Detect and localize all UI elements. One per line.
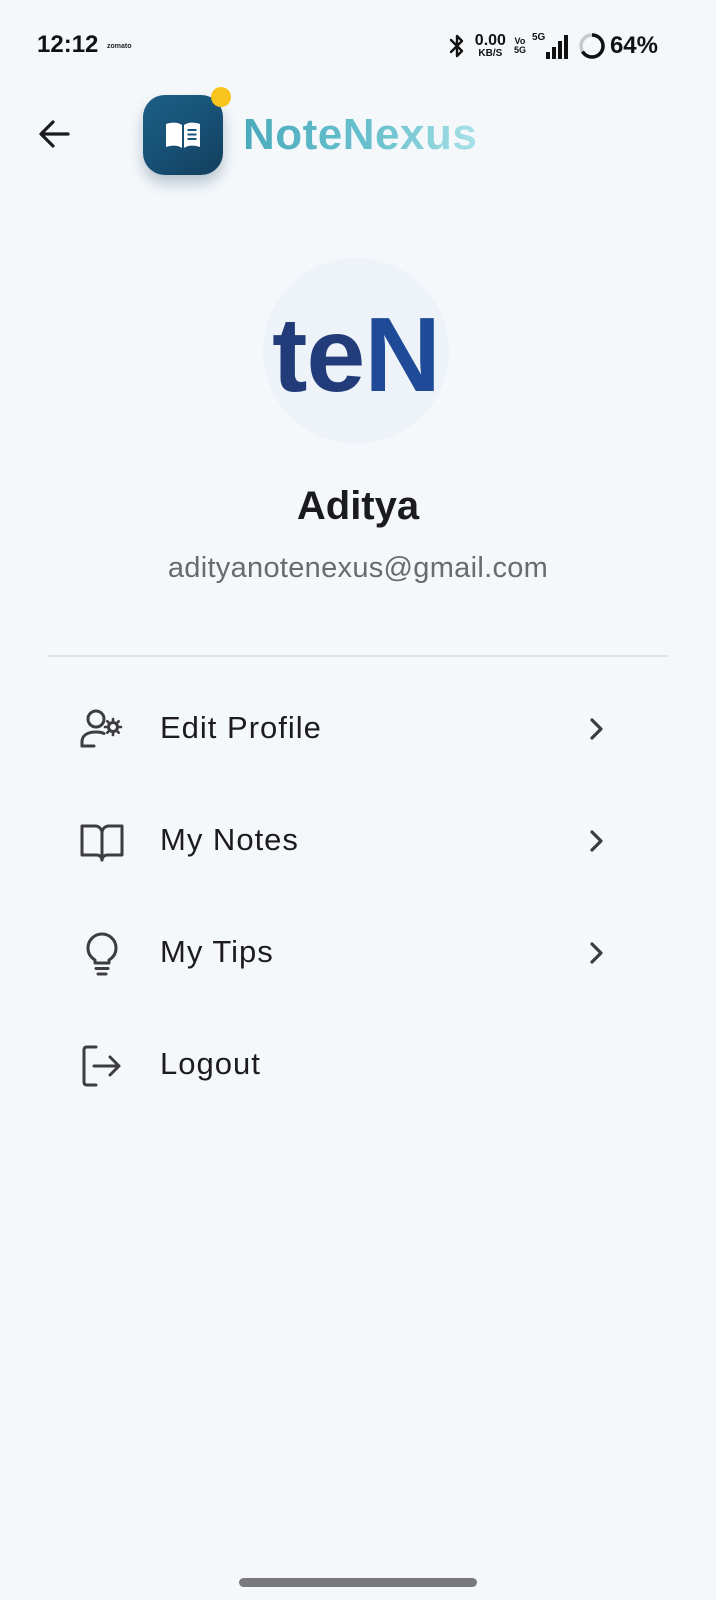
- bluetooth-icon: [449, 34, 463, 58]
- home-indicator[interactable]: [239, 1578, 477, 1587]
- avatar-initials: teN: [272, 302, 441, 408]
- chevron-right-icon: [590, 942, 603, 964]
- net-speed-value: 0.00: [474, 32, 506, 49]
- avatar-text-dark: te: [272, 296, 365, 414]
- volte-bottom: 5G: [513, 45, 526, 55]
- menu-item-logout[interactable]: Logout: [0, 1008, 716, 1120]
- profile-name: Aditya: [296, 484, 420, 528]
- menu-item-my-notes[interactable]: My Notes: [0, 784, 716, 896]
- volte-indicator: Vo 5G: [513, 36, 526, 56]
- network-speed: 0.00 KB/S: [475, 33, 506, 59]
- divider: [48, 655, 668, 657]
- lightbulb-icon: [86, 932, 118, 976]
- notification-dot: [211, 87, 231, 107]
- status-icons: 0.00 KB/S Vo 5G 5G 64%: [447, 30, 658, 62]
- menu-item-my-tips[interactable]: My Tips: [0, 896, 716, 1008]
- open-book-icon: [80, 824, 124, 862]
- app-logo: [143, 95, 223, 175]
- profile-screen: 12:12 zomato 0.00 KB/S Vo 5G 5G 64% Note…: [0, 0, 716, 1600]
- menu-item-label: Edit Profile: [160, 710, 322, 745]
- app-title: NoteNexus: [243, 110, 478, 159]
- net-speed-unit: KB/S: [478, 48, 503, 59]
- profile-menu: Edit Profile My Notes My Tips Logout: [0, 672, 716, 1120]
- status-time: 12:12: [37, 31, 99, 58]
- menu-item-edit-profile[interactable]: Edit Profile: [0, 672, 716, 784]
- signal-icon: 5G: [532, 32, 572, 60]
- avatar[interactable]: teN: [263, 258, 449, 444]
- book-icon: [166, 122, 200, 148]
- notification-app-icon: zomato: [107, 43, 132, 50]
- chevron-right-icon: [590, 718, 603, 740]
- chevron-right-icon: [590, 830, 603, 852]
- user-settings-icon: [80, 709, 123, 748]
- signal-type: 5G: [531, 32, 546, 43]
- battery-percent: 64%: [609, 32, 658, 59]
- profile-email: adityanotenexus@gmail.com: [167, 552, 549, 584]
- status-bar: 12:12 zomato 0.00 KB/S Vo 5G 5G 64%: [0, 0, 716, 92]
- battery-icon: [579, 33, 605, 59]
- menu-item-label: My Tips: [160, 934, 274, 969]
- back-button[interactable]: [32, 112, 76, 156]
- menu-item-label: My Notes: [160, 822, 299, 857]
- menu-item-label: Logout: [160, 1046, 261, 1081]
- avatar-text-blue: N: [364, 296, 441, 414]
- logout-icon: [82, 1045, 121, 1087]
- arrow-left-icon: [39, 120, 70, 148]
